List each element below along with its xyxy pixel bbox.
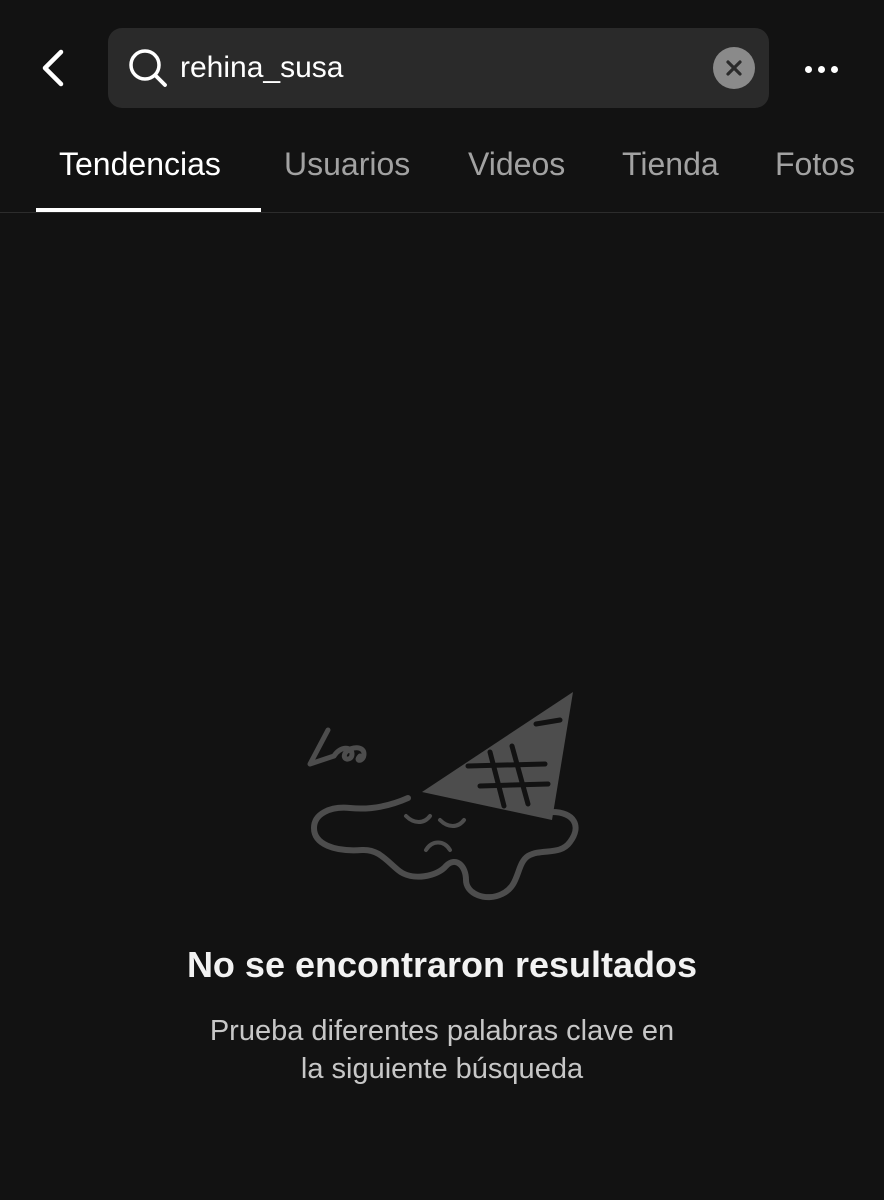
melted-ice-cream-icon — [307, 692, 579, 901]
active-tab-indicator — [36, 208, 261, 212]
empty-state-subtitle-line1: Prueba diferentes palabras clave en — [209, 1015, 675, 1047]
tab-tienda[interactable]: Tienda — [622, 146, 719, 183]
search-input[interactable] — [180, 28, 700, 108]
empty-state-subtitle: Prueba diferentes palabras clave en la s… — [0, 1012, 884, 1088]
search-bar[interactable] — [108, 28, 769, 108]
clear-search-button[interactable] — [713, 47, 755, 89]
tab-tendencias[interactable]: Tendencias — [59, 146, 221, 183]
more-options-button[interactable] — [796, 46, 846, 92]
back-button[interactable] — [28, 44, 76, 92]
search-results-screen: Tendencias Usuarios Videos Tienda Fotos — [0, 0, 884, 1200]
search-tabs: Tendencias Usuarios Videos Tienda Fotos — [0, 130, 884, 213]
tab-fotos[interactable]: Fotos — [775, 146, 855, 183]
tab-usuarios[interactable]: Usuarios — [284, 146, 410, 183]
more-horizontal-icon — [804, 65, 812, 73]
search-icon — [129, 49, 167, 87]
empty-state-subtitle-line2: la siguiente búsqueda — [300, 1053, 584, 1085]
empty-state-title: No se encontraron resultados — [186, 944, 698, 985]
close-icon — [726, 60, 742, 76]
tab-videos[interactable]: Videos — [468, 146, 565, 183]
chevron-left-icon — [42, 49, 64, 87]
